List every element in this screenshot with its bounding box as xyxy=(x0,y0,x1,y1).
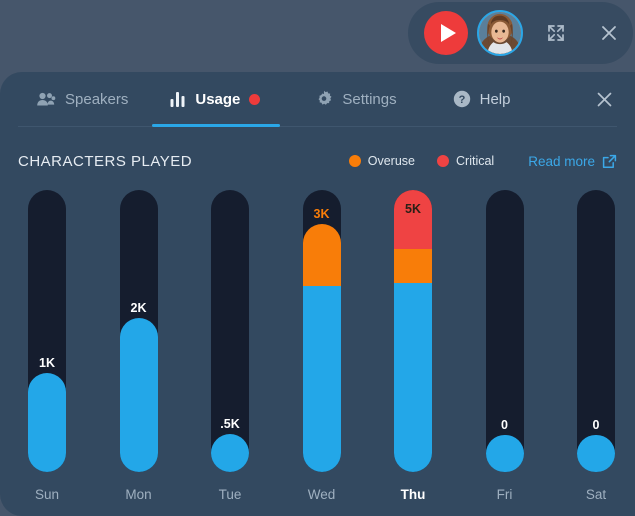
day-label-thu: Thu xyxy=(400,487,426,502)
bar-fill-sun xyxy=(28,373,66,472)
tab-bar: Speakers Usage Settings ? Help xyxy=(18,72,617,127)
day-label-fri: Fri xyxy=(496,487,513,502)
bar-fill-mon xyxy=(119,318,158,472)
svg-text:?: ? xyxy=(458,94,465,106)
bar-fill-thu xyxy=(394,190,432,472)
legend-dot-overuse xyxy=(348,155,361,167)
bar-value-label-mon: 2K xyxy=(130,301,147,316)
avatar[interactable] xyxy=(477,10,523,56)
external-link-icon xyxy=(602,154,617,169)
panel-close-button[interactable] xyxy=(591,86,617,112)
close-icon xyxy=(597,92,611,106)
legend-item-overuse: Overuse xyxy=(348,154,415,168)
bar-column-fri: 0 Fri xyxy=(476,190,534,510)
widget-close-button[interactable] xyxy=(595,19,623,47)
chart-legend: Overuse Critical Read more xyxy=(327,154,617,169)
day-label-mon: Mon xyxy=(125,487,152,502)
avatar-photo-icon xyxy=(479,12,521,54)
usage-badge-dot xyxy=(249,93,261,105)
bar-segment-normal xyxy=(485,435,524,472)
tab-help-label: Help xyxy=(479,90,511,108)
tab-speakers-label: Speakers xyxy=(65,90,129,108)
bar-track-thu[interactable]: 5K xyxy=(394,190,432,472)
chart-header: CHARACTERS PLAYED Overuse Critical Read … xyxy=(18,151,617,171)
people-icon xyxy=(36,91,56,107)
expand-icon xyxy=(548,25,564,41)
bar-value-label-wed: 3K xyxy=(313,206,330,221)
bar-track-wed[interactable]: 3K xyxy=(302,190,341,472)
bar-value-label-tue: .5K xyxy=(220,416,240,431)
legend-item-critical: Critical xyxy=(437,154,494,168)
day-label-sat: Sat xyxy=(585,487,607,502)
bar-column-mon: 2K Mon xyxy=(110,190,168,510)
usage-bar-chart: 1K Sun 2K Mon .5K Tue 3K Wed 5K Thu 0 Fri 0 Sat xyxy=(18,190,625,510)
bar-fill-fri xyxy=(485,435,524,472)
bar-segment-normal xyxy=(211,433,249,472)
bar-column-wed: 3K Wed xyxy=(293,190,351,510)
legend-dot-critical xyxy=(437,155,449,167)
tab-usage-label: Usage xyxy=(195,90,241,108)
read-more-link[interactable]: Read more xyxy=(528,154,617,169)
day-label-tue: Tue xyxy=(218,487,242,502)
expand-button[interactable] xyxy=(541,18,571,48)
bar-segment-normal xyxy=(302,285,341,472)
bar-segment-normal xyxy=(577,435,615,472)
bar-value-label-sat: 0 xyxy=(592,418,600,433)
tab-usage[interactable]: Usage xyxy=(152,72,281,127)
legend-label-overuse: Overuse xyxy=(367,154,415,168)
play-icon xyxy=(440,24,456,42)
bar-fill-sat xyxy=(577,435,615,472)
bar-fill-tue xyxy=(211,433,249,472)
bar-column-sat: 0 Sat xyxy=(567,190,625,510)
bar-column-tue: .5K Tue xyxy=(201,190,259,510)
bar-chart-icon xyxy=(170,91,186,107)
bar-track-sat[interactable]: 0 xyxy=(577,190,615,472)
bar-track-tue[interactable]: .5K xyxy=(211,190,249,472)
legend-label-critical: Critical xyxy=(456,154,495,168)
day-label-wed: Wed xyxy=(307,487,336,502)
tab-settings[interactable]: Settings xyxy=(315,72,397,126)
play-button[interactable] xyxy=(424,11,468,55)
bar-fill-wed xyxy=(302,223,341,472)
bar-track-mon[interactable]: 2K xyxy=(119,190,158,472)
read-more-label: Read more xyxy=(528,153,595,169)
bar-column-sun: 1K Sun xyxy=(18,190,76,510)
bar-track-sun[interactable]: 1K xyxy=(28,190,66,472)
bar-segment-critical xyxy=(394,190,432,250)
bar-segment-normal xyxy=(119,318,158,472)
media-widget xyxy=(408,2,633,64)
bar-segment-normal xyxy=(394,283,432,472)
gear-icon xyxy=(315,90,333,108)
bar-value-label-sun: 1K xyxy=(39,356,55,371)
question-circle-icon: ? xyxy=(453,90,471,108)
chart-title: CHARACTERS PLAYED xyxy=(18,152,193,170)
bar-value-label-fri: 0 xyxy=(501,418,508,433)
bar-track-fri[interactable]: 0 xyxy=(485,190,524,472)
tab-help[interactable]: ? Help xyxy=(453,72,511,126)
usage-panel: Speakers Usage Settings ? Help CHARACTER… xyxy=(0,72,635,516)
bar-column-thu: 5K Thu xyxy=(384,190,442,510)
tab-settings-label: Settings xyxy=(342,90,397,108)
bar-segment-overuse xyxy=(302,223,341,286)
day-label-sun: Sun xyxy=(34,487,60,502)
close-icon xyxy=(602,26,616,40)
bar-segment-overuse xyxy=(394,249,432,284)
bar-segment-normal xyxy=(28,373,66,472)
tab-speakers[interactable]: Speakers xyxy=(36,72,128,126)
